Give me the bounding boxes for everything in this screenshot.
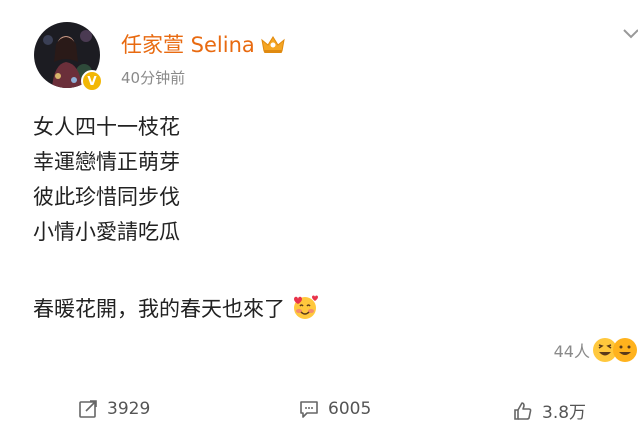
repost-button[interactable]: 3929 bbox=[77, 398, 150, 420]
verified-badge-icon: V bbox=[81, 70, 103, 92]
content-line: 幸運戀情正萌芽 bbox=[33, 150, 180, 174]
like-count[interactable]: 3.8万 bbox=[542, 398, 586, 423]
comment-icon bbox=[300, 401, 318, 418]
avatar-container[interactable]: V bbox=[34, 22, 103, 92]
reaction-summary[interactable]: 44人 bbox=[554, 337, 638, 363]
reaction-count[interactable]: 44人 bbox=[554, 338, 590, 362]
crown-icon bbox=[261, 36, 285, 53]
thumbs-up-icon bbox=[514, 401, 532, 420]
closing-line-text: 春暖花開，我的春天也來了 bbox=[33, 297, 285, 321]
author-name[interactable]: 任家萱 Selina bbox=[121, 29, 287, 59]
author-name-text[interactable]: 任家萱 Selina bbox=[121, 29, 255, 59]
action-bar: 3929 6005 3.8万 bbox=[0, 398, 638, 425]
post-timestamp: 40分钟前 bbox=[121, 69, 186, 87]
chevron-down-icon[interactable] bbox=[620, 22, 638, 44]
grinning-face-icon bbox=[613, 338, 637, 362]
repost-count[interactable]: 3929 bbox=[107, 399, 150, 419]
smiling-face-with-hearts-icon bbox=[294, 295, 318, 319]
comment-count[interactable]: 6005 bbox=[328, 399, 371, 419]
post-content: 女人四十一枝花 幸運戀情正萌芽 彼此珍惜同步伐 小情小愛請吃瓜 春暖花開，我的春… bbox=[33, 110, 319, 327]
repost-icon bbox=[79, 400, 97, 418]
content-line: 彼此珍惜同步伐 bbox=[33, 185, 180, 209]
comment-button[interactable]: 6005 bbox=[298, 398, 371, 420]
content-line: 小情小愛請吃瓜 bbox=[33, 220, 180, 244]
like-button[interactable]: 3.8万 bbox=[512, 398, 586, 423]
closing-line: 春暖花開，我的春天也來了 bbox=[33, 292, 319, 327]
weibo-post: V 任家萱 Selina 40分钟前 女人四十一枝花 幸運戀情正萌芽 彼此珍惜同… bbox=[0, 0, 638, 425]
content-line: 女人四十一枝花 bbox=[33, 115, 180, 139]
